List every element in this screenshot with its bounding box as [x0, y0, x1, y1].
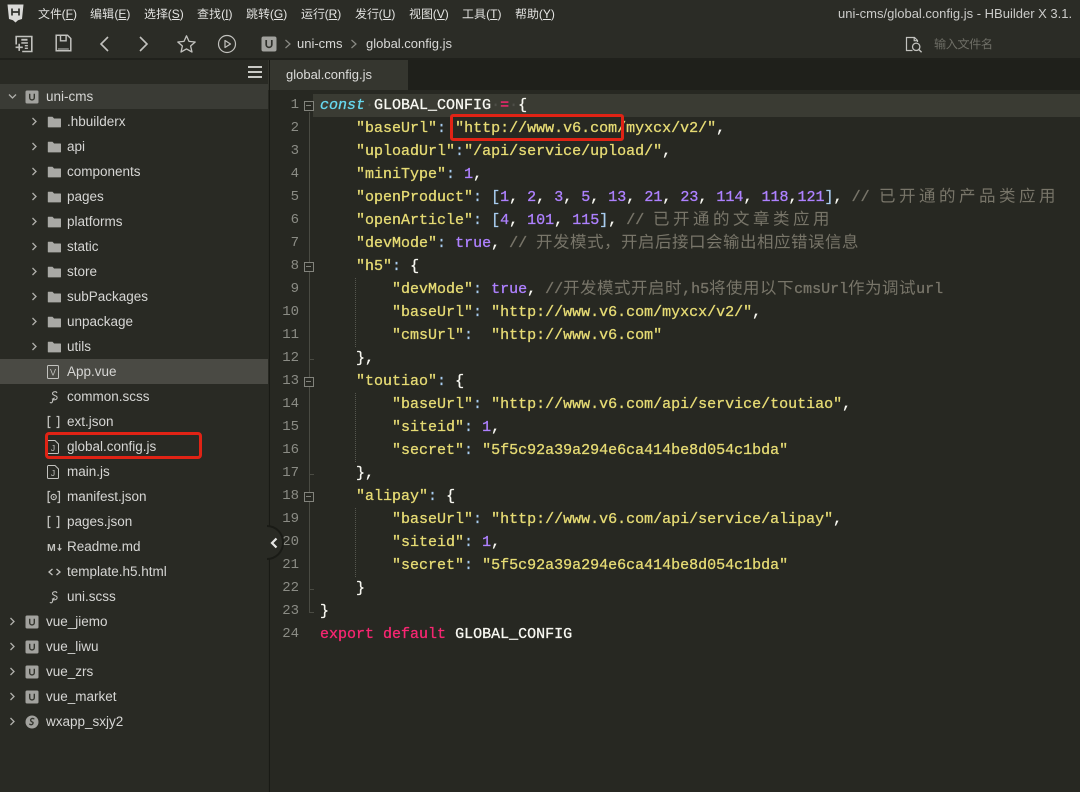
svg-text:M: M: [47, 542, 56, 554]
svg-text:J: J: [51, 468, 55, 478]
svg-text:V: V: [50, 367, 56, 377]
